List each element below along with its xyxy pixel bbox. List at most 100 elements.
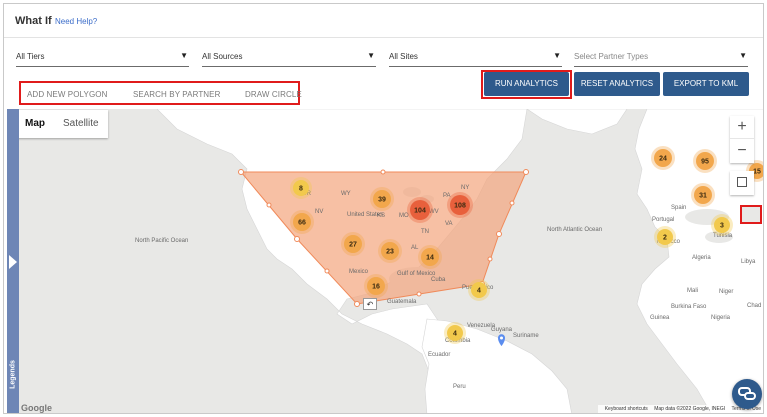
map-label: North Pacific Ocean: [135, 238, 188, 244]
cluster-marker[interactable]: 95: [693, 149, 717, 173]
keyboard-shortcuts-link[interactable]: Keyboard shortcuts: [605, 406, 648, 412]
map-label: NV: [315, 209, 323, 215]
sources-select[interactable]: All Sources ▼: [202, 49, 376, 67]
chevron-down-icon: ▼: [553, 51, 561, 60]
cluster-marker[interactable]: 3: [711, 214, 733, 236]
expand-arrow-icon: [9, 255, 17, 269]
cluster-count: 66: [298, 220, 306, 227]
map-label: VA: [445, 221, 453, 227]
map-label: MO: [399, 213, 409, 219]
map-label: Ecuador: [428, 352, 450, 358]
cluster-count: 39: [378, 197, 386, 204]
page-title: What If: [15, 15, 52, 27]
cluster-marker[interactable]: 24: [651, 146, 675, 170]
map-label: AL: [411, 245, 419, 251]
sources-select-value: All Sources: [202, 52, 243, 61]
cluster-marker[interactable]: 23: [378, 239, 402, 263]
map-label: Mexico: [349, 269, 369, 275]
partner-types-placeholder: Select Partner Types: [574, 52, 649, 61]
fullscreen-button[interactable]: [730, 171, 754, 195]
partner-types-select[interactable]: Select Partner Types ▼: [574, 49, 748, 67]
cluster-count: 24: [659, 156, 667, 163]
map-label: Cuba: [431, 277, 446, 283]
cluster-count: 95: [701, 159, 709, 166]
street-view-pegman-highlight[interactable]: [740, 205, 762, 224]
map-label: Algeria: [692, 255, 711, 261]
tiers-select[interactable]: All Tiers ▼: [16, 49, 189, 67]
cluster-marker[interactable]: 27: [341, 232, 365, 256]
map-label: Nigeria: [711, 315, 731, 321]
cluster-count: 27: [349, 242, 357, 249]
map-label: WY: [341, 191, 351, 197]
greenland-land: [526, 109, 628, 135]
chevron-down-icon: ▼: [367, 51, 375, 60]
map-label: Spain: [671, 205, 686, 211]
chevron-down-icon: ▼: [739, 51, 747, 60]
map-type-map-button[interactable]: Map: [16, 110, 54, 138]
map-canvas[interactable]: United States Mexico Cuba Guatemala Nort…: [7, 109, 764, 414]
zoom-in-button[interactable]: +: [730, 116, 754, 139]
fullscreen-icon: [737, 177, 747, 187]
reset-analytics-button[interactable]: RESET ANALYTICS: [574, 72, 660, 96]
cluster-count: 2: [663, 235, 667, 242]
need-help-link[interactable]: Need Help?: [55, 17, 97, 26]
add-new-polygon-button[interactable]: ADD NEW POLYGON: [27, 90, 107, 99]
cluster-count: 8: [299, 186, 303, 193]
map-type-satellite-button[interactable]: Satellite: [54, 110, 108, 138]
cluster-count: 4: [477, 288, 481, 295]
legends-label: Legends: [9, 360, 17, 389]
map-label: North Atlantic Ocean: [547, 227, 602, 233]
search-by-partner-button[interactable]: SEARCH BY PARTNER: [133, 90, 221, 99]
map-label: Niger: [719, 289, 733, 295]
cluster-marker[interactable]: 39: [370, 187, 394, 211]
draw-circle-button[interactable]: DRAW CIRCLE: [245, 90, 302, 99]
cluster-count: 31: [699, 193, 707, 200]
map-label: Peru: [453, 384, 466, 390]
sites-select-value: All Sites: [389, 52, 418, 61]
tiers-select-value: All Tiers: [16, 52, 45, 61]
cluster-marker[interactable]: 16: [364, 274, 388, 298]
map-view[interactable]: United States Mexico Cuba Guatemala Nort…: [7, 109, 764, 414]
chat-button[interactable]: [732, 379, 762, 409]
cluster-count: 4: [453, 331, 457, 338]
undo-icon[interactable]: ↶: [363, 298, 377, 310]
map-label: KS: [377, 213, 385, 219]
cluster-count: 104: [414, 208, 426, 215]
cluster-marker[interactable]: 108: [447, 192, 473, 218]
cluster-marker[interactable]: 66: [290, 210, 314, 234]
page-header: What If Need Help?: [4, 4, 763, 38]
map-label: Mali: [687, 288, 698, 294]
chevron-down-icon: ▼: [180, 51, 188, 60]
map-label: NY: [461, 185, 469, 191]
sites-select[interactable]: All Sites ▼: [389, 49, 562, 67]
google-logo: Google: [21, 403, 52, 413]
export-to-kml-button[interactable]: EXPORT TO KML: [663, 72, 749, 96]
cluster-count: 23: [386, 249, 394, 256]
cluster-marker[interactable]: 8: [290, 177, 312, 199]
cluster-marker[interactable]: 4: [468, 279, 490, 301]
cluster-marker[interactable]: 104: [407, 197, 433, 223]
what-if-panel: What If Need Help? All Tiers ▼ All Sourc…: [3, 3, 764, 414]
run-analytics-button[interactable]: RUN ANALYTICS: [484, 72, 569, 96]
zoom-out-button[interactable]: −: [730, 140, 754, 163]
zoom-control: + −: [730, 116, 754, 163]
cluster-marker[interactable]: 14: [418, 245, 442, 269]
cluster-count: 3: [720, 223, 724, 230]
map-type-control: Map Satellite: [16, 110, 108, 138]
cluster-count: 14: [426, 255, 434, 262]
map-label: Chad: [747, 303, 761, 309]
cluster-count: 108: [454, 203, 466, 210]
cluster-count: 15: [753, 169, 761, 176]
cluster-marker[interactable]: 2: [654, 226, 676, 248]
map-label: Guinea: [650, 315, 670, 321]
map-data-credit: Map data ©2022 Google, INEGI: [654, 406, 726, 412]
map-label: Guatemala: [387, 299, 417, 305]
drawing-tools: ADD NEW POLYGON SEARCH BY PARTNER DRAW C…: [19, 81, 302, 105]
map-label: Libya: [741, 259, 756, 265]
map-label: Guyana: [491, 327, 513, 333]
cluster-marker[interactable]: 4: [444, 322, 466, 344]
cluster-marker[interactable]: 31: [691, 183, 715, 207]
map-label: TN: [421, 229, 429, 235]
map-label: Gulf of Mexico: [397, 271, 436, 277]
legends-panel-toggle[interactable]: Legends: [7, 109, 19, 413]
